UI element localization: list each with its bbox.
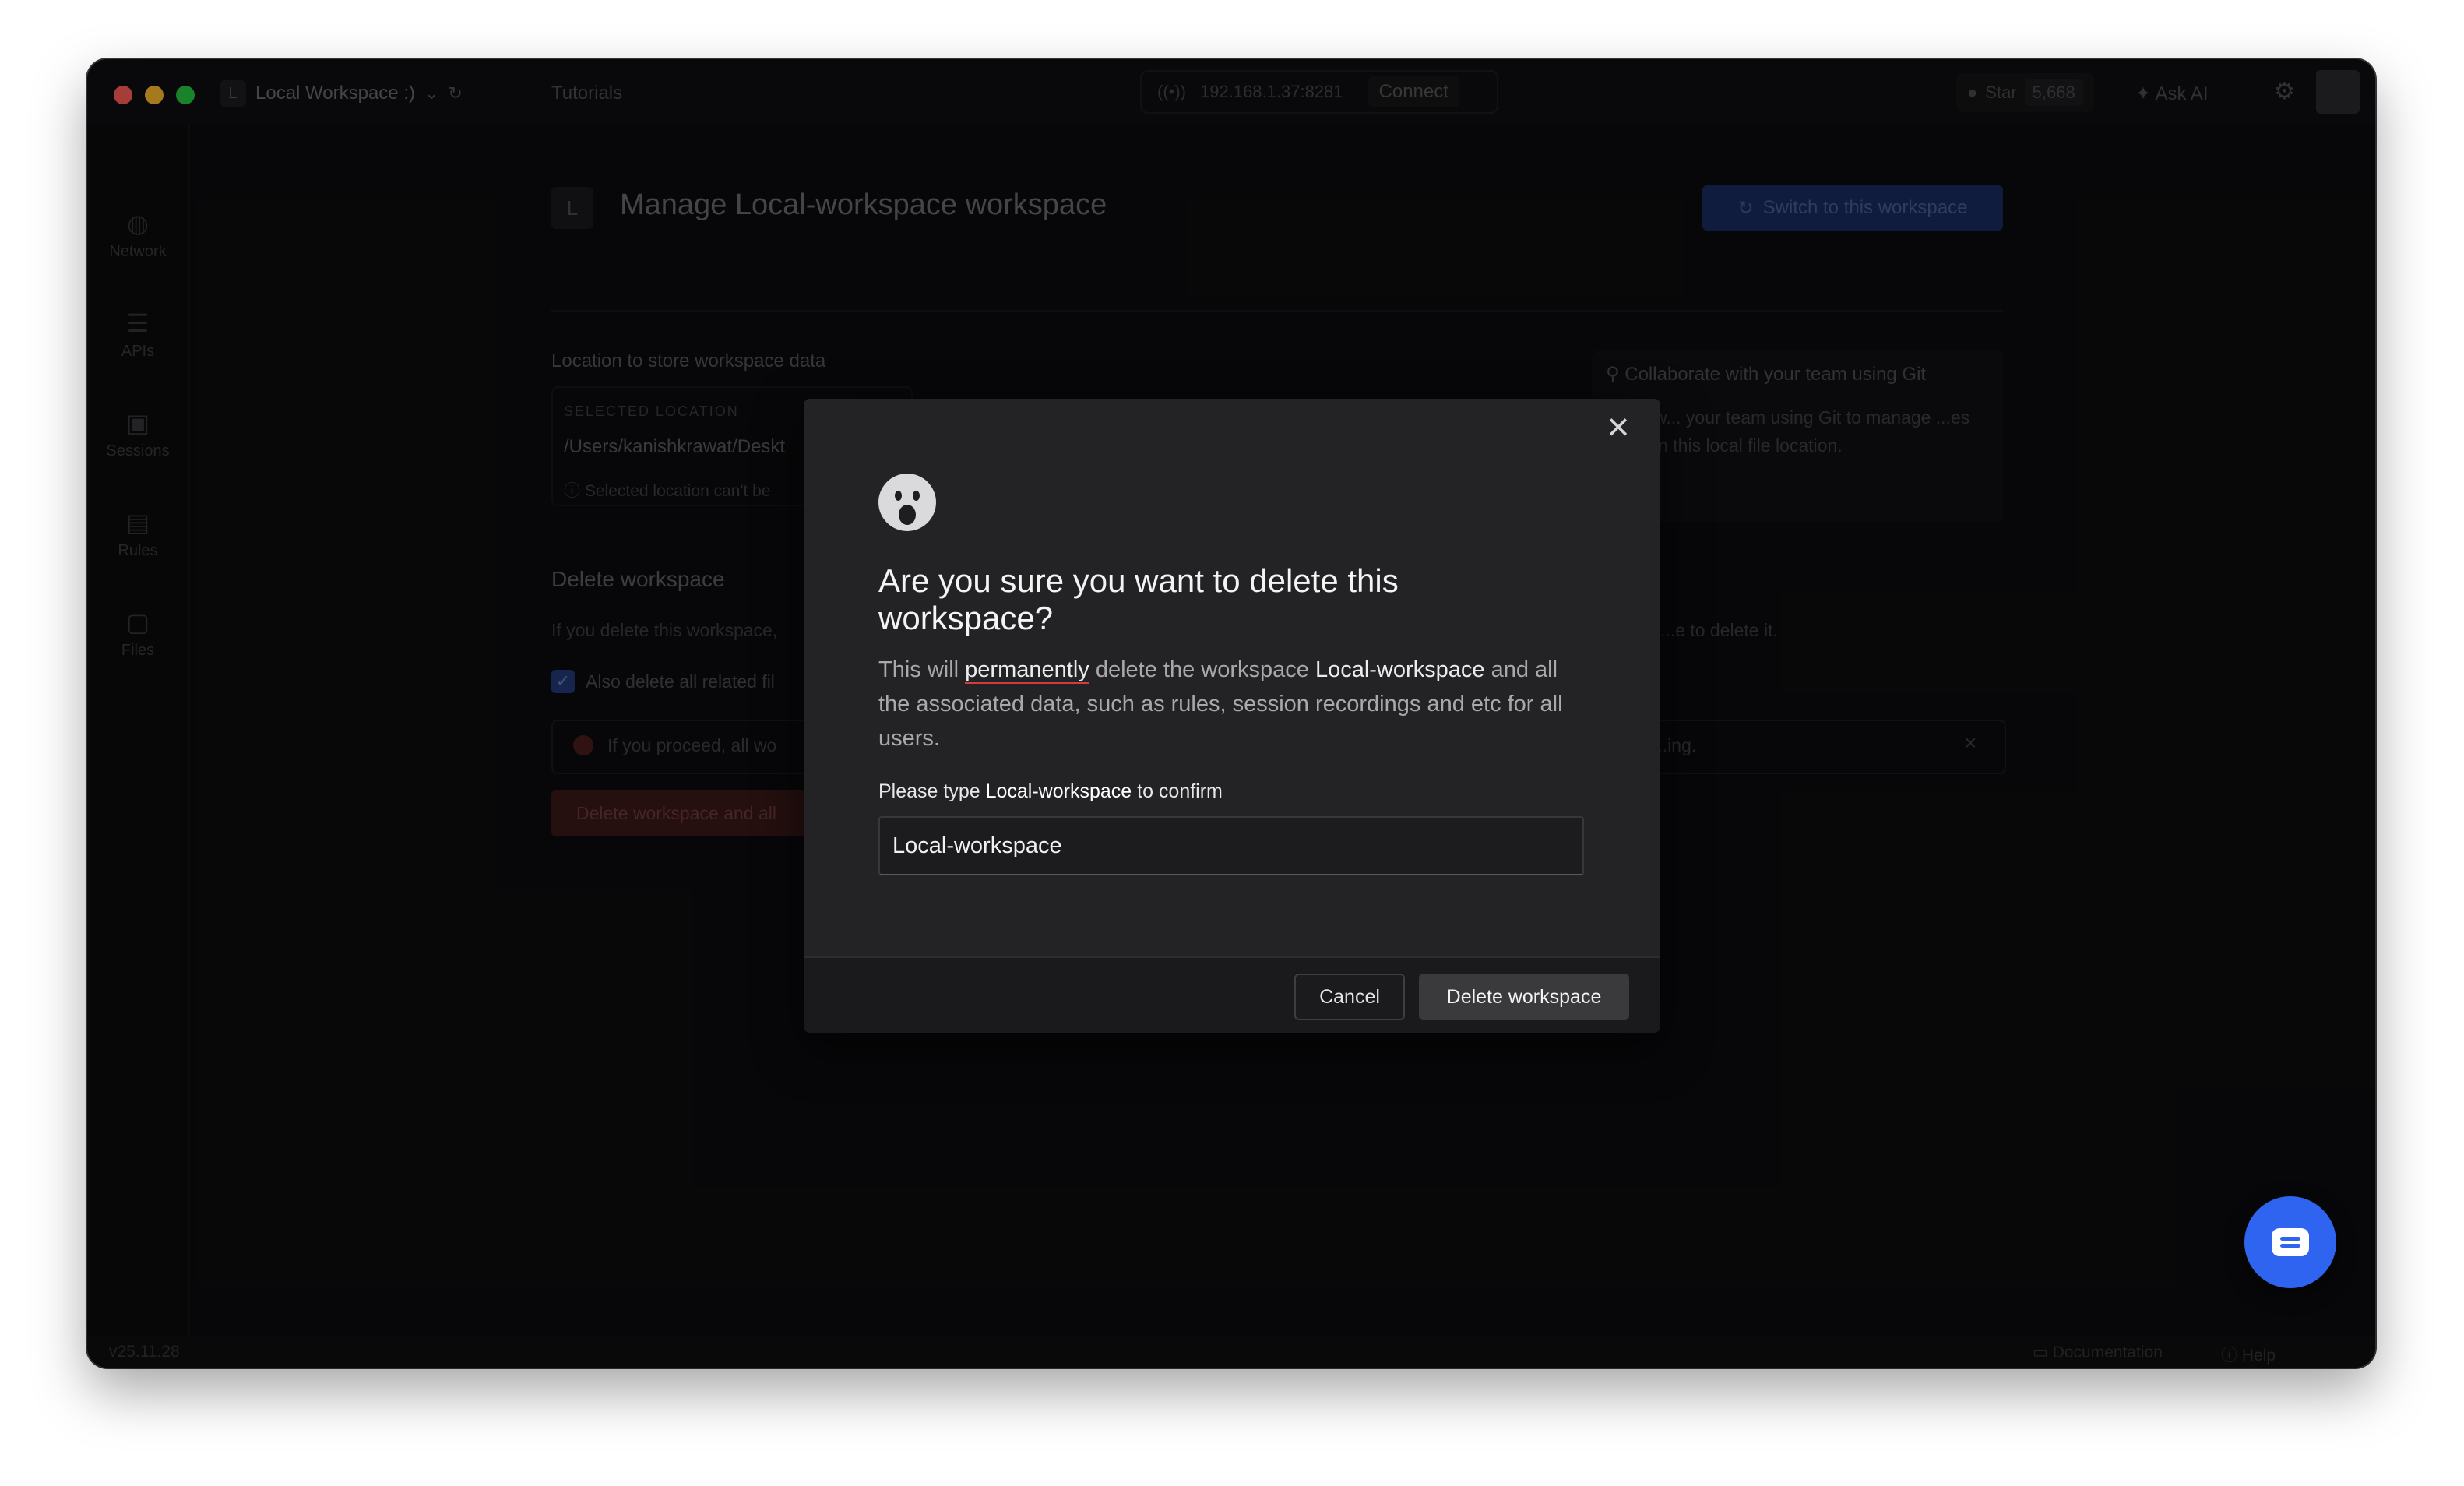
dialog-body: This will permanently delete the workspa… [878, 653, 1595, 755]
delete-workspace-button[interactable]: Delete workspace [1419, 974, 1629, 1020]
dialog-text-part: delete the workspace [1089, 657, 1315, 682]
confirm-label-part: to confirm [1132, 780, 1223, 802]
app-window: L Local Workspace :) ⌄ ↻ Tutorials ((•))… [87, 59, 2375, 1368]
close-icon[interactable]: × [1595, 403, 1642, 450]
dialog-text-part: This will [878, 657, 966, 682]
dialog-title: Are you sure you want to delete this wor… [878, 562, 1399, 636]
confirm-label: Please type Local-workspace to confirm [878, 780, 1223, 803]
delete-workspace-dialog: × Are you sure you want to delete this w… [804, 399, 1660, 1033]
chat-icon [2272, 1228, 2309, 1256]
surprised-face-icon [878, 474, 936, 531]
chat-support-button[interactable] [2244, 1196, 2336, 1288]
permanently-text: permanently [965, 657, 1089, 684]
cancel-button[interactable]: Cancel [1294, 974, 1405, 1020]
confirm-label-part: Please type [878, 780, 986, 802]
confirm-workspace-input[interactable] [878, 816, 1584, 875]
dialog-footer: Cancel Delete workspace [804, 956, 1660, 1033]
confirm-workspace-name: Local-workspace [985, 780, 1132, 802]
workspace-name-text: Local-workspace [1315, 657, 1485, 682]
